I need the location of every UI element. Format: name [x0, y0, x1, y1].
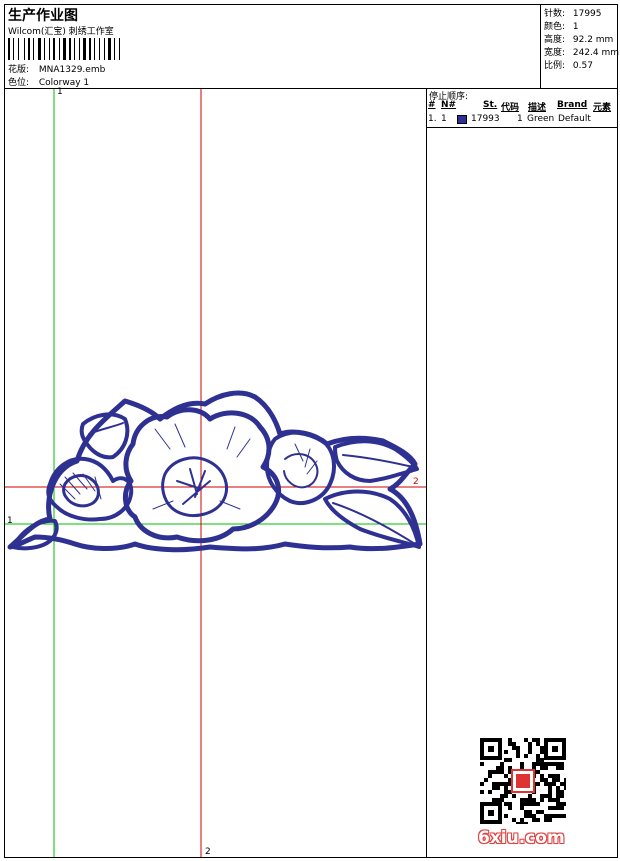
colorway-row: 色位: Colorway 1 — [8, 75, 89, 88]
header: 生产作业图 Wilcom(汇宝) 刺绣工作室 花版: MNA1329.emb 色… — [4, 4, 619, 89]
row-code: 1 — [517, 114, 523, 124]
table-divider — [427, 127, 618, 128]
design-label: 花版: — [8, 65, 30, 75]
studio-name: Wilcom(汇宝) 刺绣工作室 — [8, 27, 114, 37]
row-n: 1 — [441, 114, 447, 124]
row-num: 1. — [428, 114, 437, 124]
horizontal-green-guide-label: 1 — [7, 516, 13, 526]
horizontal-red-guide-label: 2 — [413, 477, 419, 487]
barcode — [8, 38, 120, 60]
colorway-value: Colorway 1 — [38, 78, 90, 88]
scale-value: 0.57 — [572, 61, 593, 71]
stitches-value: 17995 — [572, 9, 602, 19]
design-value: MNA1329.emb — [38, 65, 106, 75]
row-description: Green — [527, 114, 555, 124]
scale-row: 比例: 0.57 — [544, 58, 593, 71]
table-row: 1. 1 17993 1 Green Default — [427, 114, 618, 127]
height-label: 高度: — [544, 35, 566, 45]
col-n: N# — [441, 100, 457, 110]
scale-label: 比例: — [544, 61, 566, 71]
design-preview — [5, 89, 426, 857]
thread-color-swatch — [457, 115, 467, 124]
col-description: 描述 — [528, 103, 547, 113]
height-value: 92.2 mm — [572, 35, 614, 45]
flower-embroidery — [7, 390, 423, 553]
design-row: 花版: MNA1329.emb — [8, 62, 105, 75]
width-value: 242.4 mm — [572, 48, 620, 58]
page-title: 生产作业图 — [8, 8, 78, 24]
vertical-red-guide-label: 2 — [205, 847, 211, 857]
stitches-row: 针数: 17995 — [544, 6, 602, 19]
col-code: 代码 — [501, 103, 520, 113]
stitches-label: 针数: — [544, 9, 566, 19]
design-canvas: 1 1 2 2 — [5, 87, 426, 857]
colors-value: 1 — [572, 22, 579, 32]
vertical-green-guide-label: 1 — [57, 87, 63, 97]
colors-label: 颜色: — [544, 22, 566, 32]
watermark-logo: 6xiu.com — [478, 828, 565, 848]
stats-box: 针数: 17995 颜色: 1 高度: 92.2 mm 宽度: 242.4 mm… — [540, 4, 619, 89]
col-stitches: St. — [483, 100, 498, 110]
qr-code — [480, 738, 566, 824]
width-label: 宽度: — [544, 48, 566, 58]
col-element: 元素 — [593, 103, 612, 113]
stop-sequence-header: # N# St. 代码 描述 Brand 元素 — [427, 100, 618, 113]
col-brand: Brand — [557, 100, 588, 110]
colors-row: 颜色: 1 — [544, 19, 579, 32]
colorway-label: 色位: — [8, 78, 30, 88]
width-row: 宽度: 242.4 mm — [544, 45, 619, 58]
col-num: # — [428, 100, 436, 110]
row-stitches: 17993 — [471, 114, 500, 124]
row-brand: Default — [558, 114, 591, 124]
height-row: 高度: 92.2 mm — [544, 32, 613, 45]
